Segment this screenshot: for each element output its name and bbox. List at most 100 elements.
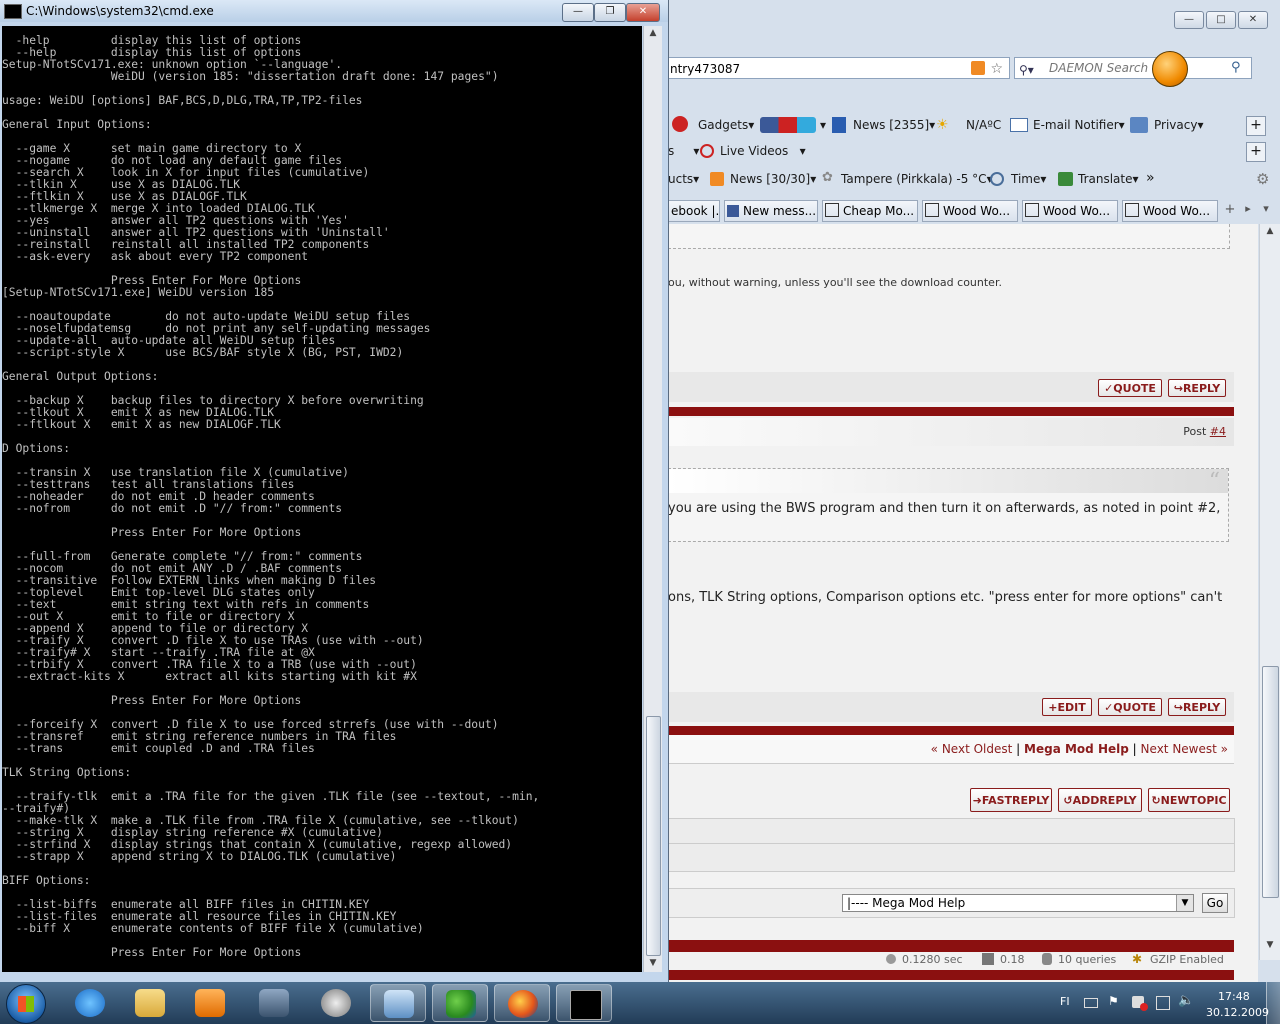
search-input[interactable]: DAEMON Search	[1049, 58, 1148, 78]
clock-time[interactable]: 17:48	[1218, 990, 1250, 1003]
post-divider-red	[668, 407, 1234, 416]
taskbar-kmplayer[interactable]	[246, 984, 302, 1022]
edit-button[interactable]: +EDIT	[1042, 698, 1092, 716]
scroll-thumb[interactable]	[646, 716, 661, 956]
browser-maximize-button[interactable]: □	[1206, 11, 1236, 29]
scroll-thumb[interactable]	[1262, 666, 1279, 898]
quote-button-post-4[interactable]: ✓QUOTE	[1098, 698, 1162, 716]
taskbar-ie[interactable]	[62, 984, 118, 1022]
nav-separator: |	[1016, 742, 1021, 756]
browser-minimize-button[interactable]: —	[1174, 11, 1204, 29]
taskbar-network-app[interactable]	[370, 984, 426, 1022]
new-tab-button[interactable]: +	[1222, 202, 1238, 220]
tab-list-button[interactable]: ▸	[1240, 202, 1256, 220]
browser-window: — □ ✕ ntry473087 ☆ ⚲▾ DAEMON Search ⚲ Ga…	[668, 0, 1280, 982]
quote-button-post-3[interactable]: ✓QUOTE	[1098, 379, 1162, 397]
cmd-maximize-button[interactable]: ❐	[594, 3, 626, 22]
action-center-icon[interactable]: ⚑	[1108, 994, 1119, 1008]
page-icon	[1125, 203, 1139, 217]
toolbar-row-1: Gadgets▾ ▾ News [2355]▾ ☀ N/AºC E-mail N…	[668, 116, 1280, 136]
taskbar-explorer[interactable]	[122, 984, 178, 1022]
time-menu[interactable]: Time▾	[1011, 172, 1046, 186]
reply-button-post-4[interactable]: ↪REPLY	[1168, 698, 1226, 716]
show-desktop-button[interactable]	[1266, 982, 1280, 1024]
volume-icon[interactable]: 🔈	[1178, 993, 1194, 1008]
tab-wood-wo-1[interactable]: Wood Wo...	[922, 200, 1018, 222]
email-notifier-menu[interactable]: E-mail Notifier▾	[1033, 118, 1125, 132]
toolbar-overflow-chevron[interactable]: »	[1146, 170, 1155, 186]
products-menu[interactable]: ucts▾	[668, 172, 699, 186]
cmd-title-bar[interactable]: C:\Windows\system32\cmd.exe — ❐ ✕	[0, 0, 668, 22]
server-load-icon	[982, 953, 994, 965]
next-oldest-link[interactable]: « Next Oldest	[931, 742, 1013, 756]
media-player-icon	[195, 989, 225, 1017]
scroll-up-arrow-icon[interactable]: ▲	[644, 28, 662, 38]
console-scrollbar[interactable]: ▲ ▼	[643, 26, 662, 972]
weather-location-menu[interactable]: Tampere (Pirkkala) -5 °C▾	[841, 172, 993, 186]
tab-new-message[interactable]: New mess...	[724, 200, 818, 222]
keyboard-icon[interactable]	[1084, 998, 1098, 1008]
cmd-minimize-button[interactable]: —	[562, 3, 594, 22]
network-error-icon[interactable]	[1132, 996, 1148, 1011]
reply-button-post-3[interactable]: ↪REPLY	[1168, 379, 1226, 397]
translate-menu[interactable]: Translate▾	[1078, 172, 1139, 186]
tab-cheap-mo[interactable]: Cheap Mo...	[822, 200, 918, 222]
internet-explorer-icon	[75, 989, 105, 1017]
page-scrollbar[interactable]: ▲ ▼	[1259, 224, 1280, 960]
network-icon	[384, 990, 414, 1018]
network-tray-icon[interactable]	[1156, 996, 1170, 1010]
tab-menu-button[interactable]: ▾	[1258, 202, 1274, 220]
page-icon	[1025, 203, 1039, 217]
add-toolbar-button-1[interactable]: +	[1246, 116, 1266, 136]
next-newest-link[interactable]: Next Newest »	[1141, 742, 1228, 756]
news-feed-menu[interactable]: News [30/30]▾	[730, 172, 816, 186]
taskbar-media-player[interactable]	[182, 984, 238, 1022]
social-dropdown[interactable]: ▾	[820, 118, 826, 132]
toolbar2-s-menu[interactable]: s ▾	[668, 144, 699, 158]
quote-mark-icon: “	[1208, 469, 1220, 494]
download-warning-text: ou, without warning, unless you'll see t…	[668, 276, 1002, 289]
tab-wood-wo-2[interactable]: Wood Wo...	[1022, 200, 1118, 222]
daemon-logo-icon	[1152, 51, 1188, 87]
live-videos-menu[interactable]: Live Videos ▾	[720, 144, 806, 158]
search-box[interactable]: ⚲▾ DAEMON Search ⚲	[1014, 57, 1252, 79]
scroll-up-arrow-icon[interactable]: ▲	[1260, 226, 1280, 236]
social-icons[interactable]	[760, 117, 816, 133]
chevron-down-icon: ▼	[1176, 895, 1193, 911]
go-button[interactable]: Go	[1202, 893, 1228, 913]
search-engine-icon[interactable]: ⚲▾	[1019, 60, 1043, 77]
settings-gear-icon[interactable]: ⚙	[1256, 170, 1269, 188]
taskbar-firefox[interactable]	[494, 984, 550, 1022]
newtopic-button[interactable]: ↻NEWTOPIC	[1148, 788, 1230, 812]
forum-page: ou, without warning, unless you'll see t…	[668, 224, 1258, 982]
post-number-link[interactable]: #4	[1210, 425, 1226, 438]
clock-date[interactable]: 30.12.2009	[1206, 1006, 1269, 1019]
tab-wood-wo-3[interactable]: Wood Wo...	[1122, 200, 1218, 222]
star-icon[interactable]: ☆	[990, 58, 1003, 80]
search-magnifier-icon[interactable]: ⚲	[1231, 58, 1241, 78]
console-output[interactable]: -help display this list of options --hel…	[2, 26, 642, 972]
address-bar[interactable]: ntry473087 ☆	[668, 57, 1010, 79]
toolbar-row-2: s ▾ Live Videos ▾ +	[668, 142, 1280, 162]
news-menu[interactable]: News [2355]▾	[853, 118, 935, 132]
start-button[interactable]	[6, 984, 46, 1024]
gadgets-menu[interactable]: Gadgets▾	[698, 118, 754, 132]
clock-icon	[990, 172, 1004, 186]
forum-jump-select[interactable]: |---- Mega Mod Help ▼	[842, 894, 1194, 912]
rss-icon[interactable]	[971, 61, 985, 75]
taskbar-daemon-tools[interactable]	[308, 984, 364, 1022]
weather-value[interactable]: N/AºC	[966, 118, 1001, 132]
taskbar-messenger[interactable]	[432, 984, 488, 1022]
scroll-down-arrow-icon[interactable]: ▼	[1260, 940, 1280, 950]
scroll-down-arrow-icon[interactable]: ▼	[644, 958, 662, 968]
cmd-close-button[interactable]: ✕	[626, 3, 660, 22]
fastreply-button[interactable]: ➜FASTREPLY	[970, 788, 1052, 812]
tab-facebook-1[interactable]: ebook |...	[668, 200, 720, 222]
add-toolbar-button-2[interactable]: +	[1246, 142, 1266, 162]
weather-icon: ☀	[936, 117, 949, 133]
taskbar-cmd[interactable]	[556, 984, 612, 1022]
browser-close-button[interactable]: ✕	[1238, 11, 1268, 29]
language-indicator[interactable]: FI	[1060, 995, 1070, 1008]
privacy-menu[interactable]: Privacy▾	[1154, 118, 1203, 132]
addreply-button[interactable]: ↺ADDREPLY	[1058, 788, 1142, 812]
